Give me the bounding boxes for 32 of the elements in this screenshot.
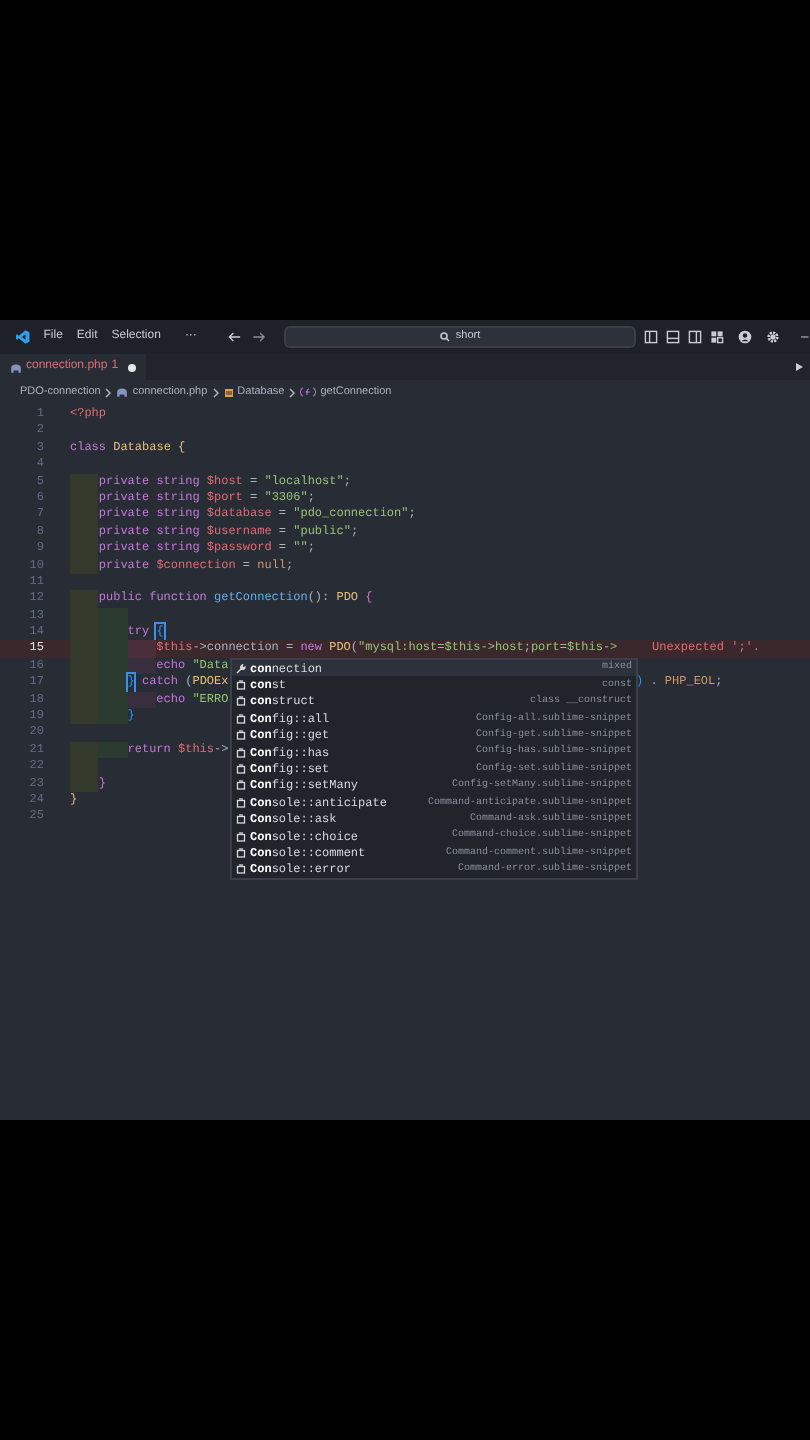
wrench-icon (236, 663, 246, 674)
chevron-icon (288, 387, 297, 397)
search-icon (439, 332, 450, 342)
php-file-icon (10, 361, 22, 373)
snippet-icon (236, 831, 246, 842)
sidebar-layout-icon[interactable] (644, 330, 659, 344)
snippet-icon (236, 747, 246, 758)
layout-grid-icon[interactable] (710, 330, 725, 344)
run-icon[interactable] (794, 362, 804, 372)
snippet-icon (236, 864, 246, 875)
snippet-icon (236, 730, 246, 741)
snippet-icon (236, 780, 246, 791)
snippet-icon (236, 713, 246, 724)
php-file-icon (116, 386, 129, 398)
chevron-icon (104, 387, 113, 397)
forward-arrow-icon[interactable] (252, 330, 266, 344)
snippet-icon (236, 814, 246, 825)
method-icon (300, 386, 317, 398)
chevron-icon (211, 387, 220, 397)
settings-icon[interactable] (766, 330, 781, 344)
snippet-icon (236, 696, 246, 707)
snippet-icon (236, 764, 246, 775)
snippet-icon (236, 797, 246, 808)
app-logo-icon[interactable] (16, 330, 30, 344)
class-icon (223, 387, 234, 397)
panel-layout-icon[interactable] (666, 330, 681, 344)
snippet-icon (236, 847, 246, 858)
account-icon[interactable] (738, 330, 753, 344)
minimize-icon[interactable] (800, 332, 810, 342)
secondary-sidebar-icon[interactable] (688, 330, 703, 344)
snippet-icon (236, 680, 246, 691)
back-arrow-icon[interactable] (228, 330, 243, 344)
